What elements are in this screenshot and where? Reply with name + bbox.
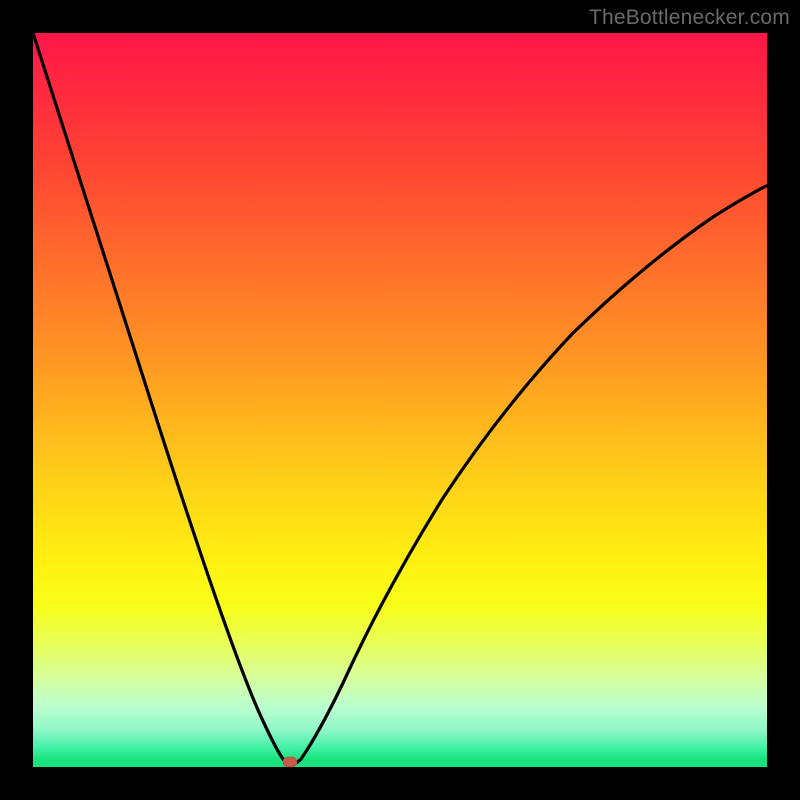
bottleneck-curve	[33, 33, 766, 765]
chart-frame: TheBottlenecker.com	[0, 0, 800, 800]
min-marker	[283, 757, 297, 767]
curve-layer	[33, 33, 767, 767]
watermark-text: TheBottlenecker.com	[589, 6, 790, 30]
